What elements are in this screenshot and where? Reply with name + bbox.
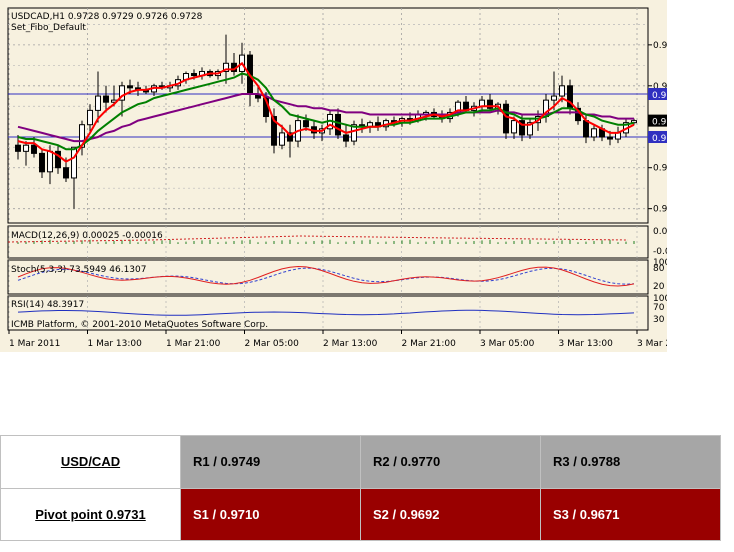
candle-bear (503, 103, 509, 134)
stoch-tick-label: 20 (653, 282, 665, 292)
candle-bear (31, 144, 37, 154)
chart-indicator-line: Set_Fibo_Default (11, 23, 86, 33)
rsi-line (17, 309, 635, 316)
pivot-table: USD/CAD R1 / 0.9749 R2 / 0.9770 R3 / 0.9… (0, 435, 721, 541)
s1-cell: S1 / 0.9710 (180, 487, 361, 541)
candle-bull (71, 146, 77, 179)
candle-bear (343, 134, 349, 142)
chart-symbol-line: USDCAD,H1 0.9728 0.9729 0.9726 0.9728 (11, 12, 203, 22)
r2-cell: R2 / 0.9770 (360, 435, 541, 489)
y-tick-label: 0.9705 (653, 164, 667, 174)
x-tick-label: 3 Mar 13:00 (559, 339, 614, 349)
candle-bear (191, 73, 197, 77)
candle-bull (511, 120, 517, 134)
r3-cell: R3 / 0.9788 (540, 435, 721, 489)
macd-label: MACD(12,26,9) 0.00025 -0.00016 (11, 231, 163, 241)
chart-canvas: 1 Mar 2011 1 Mar 13:00 1 Mar 21:00 2 Mar 05… (7, 7, 667, 349)
chart-watermark: ICMB Platform, © 2001-2010 MetaQuotes So… (11, 320, 268, 330)
candle-bull (551, 95, 557, 101)
candle-bull (95, 95, 101, 111)
x-tick-label: 2 Mar 05:00 (245, 339, 300, 349)
x-tick-label: 2 Mar 21:00 (402, 339, 457, 349)
stoch-label: Stoch(5,3,3) 73.5949 46.1307 (11, 265, 146, 275)
candle-bear (103, 95, 109, 103)
candle-bear (127, 85, 133, 89)
price-tag-label: 0.9741 (652, 91, 667, 101)
pivot-cell: Pivot point 0.9731 (0, 487, 181, 541)
macd-tick-label: 0.00089 (653, 227, 667, 237)
candle-bear (607, 136, 613, 140)
x-tick-label: 2 Mar 13:00 (323, 339, 378, 349)
candle-bull (23, 144, 29, 152)
price-tag-label: 0.9728 (652, 118, 667, 128)
x-tick-label: 3 Mar 05:00 (480, 339, 535, 349)
pair-cell: USD/CAD (0, 435, 181, 489)
x-tick-label: 1 Mar 21:00 (166, 339, 221, 349)
candle-bear (583, 120, 589, 138)
pair-label: USD/CAD (60, 454, 121, 470)
macd-tick-label: -0.00215 (653, 247, 667, 257)
candle-bull (559, 85, 565, 97)
r1-cell: R1 / 0.9749 (180, 435, 361, 489)
s3-cell: S3 / 0.9671 (540, 487, 721, 541)
x-tick-label: 3 Mar 21:00 (637, 339, 667, 349)
price-chart: 1 Mar 2011 1 Mar 13:00 1 Mar 21:00 2 Mar 05… (0, 0, 667, 352)
price-tag-label: 0.9720 (652, 134, 667, 144)
rsi-tick-label: 30 (653, 315, 665, 325)
y-tick-label: 0.9765 (653, 41, 667, 51)
candle-bear (15, 144, 21, 152)
candle-bear (39, 152, 45, 173)
candle-bull (47, 150, 53, 173)
pivot-label: Pivot point 0.9731 (35, 506, 146, 522)
ma-red-line (17, 61, 635, 163)
y-tick-label: 0.9685 (653, 205, 667, 215)
s2-cell: S2 / 0.9692 (360, 487, 541, 541)
support-row: Pivot point 0.9731 S1 / 0.9710 S2 / 0.96… (0, 487, 721, 541)
stoch-tick-label: 80 (653, 264, 665, 274)
x-tick-label: 1 Mar 13:00 (88, 339, 143, 349)
rsi-label: RSI(14) 48.3917 (11, 300, 84, 310)
candle-bear (303, 120, 309, 128)
rsi-tick-label: 70 (653, 303, 665, 313)
candle-bear (63, 167, 69, 179)
x-tick-label: 1 Mar 2011 (9, 339, 60, 349)
candle-bull (279, 132, 285, 146)
candle-bear (335, 113, 341, 136)
ma-green-line (17, 72, 635, 151)
resistance-row: USD/CAD R1 / 0.9749 R2 / 0.9770 R3 / 0.9… (0, 435, 721, 489)
candle-bull (591, 128, 597, 138)
candle-bull (87, 109, 93, 126)
